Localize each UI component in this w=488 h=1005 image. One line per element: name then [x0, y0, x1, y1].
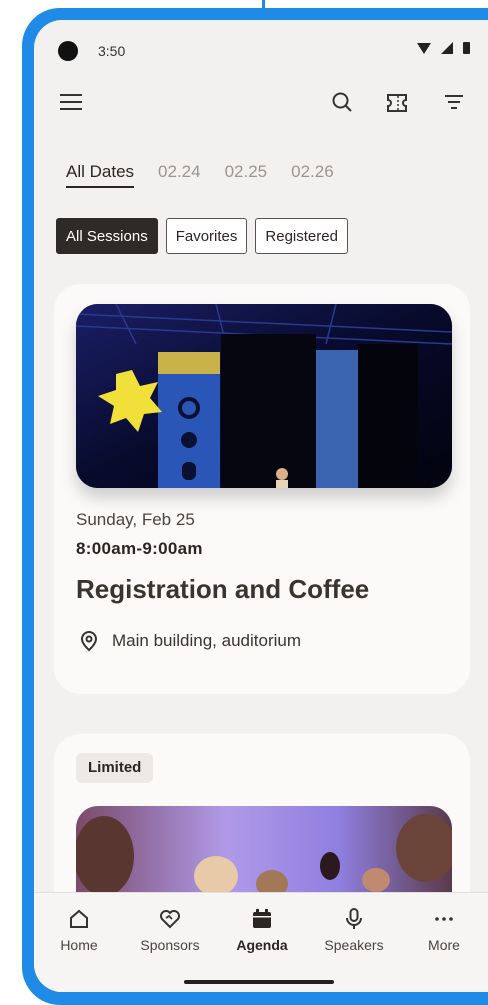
session-time: 8:00am-9:00am: [76, 539, 203, 558]
signal-icon: [441, 42, 453, 54]
nav-home-label: Home: [60, 937, 98, 953]
status-time: 3:50: [98, 43, 126, 59]
wifi-icon: [417, 42, 431, 54]
home-indicator[interactable]: [184, 980, 334, 984]
filter-favorites[interactable]: Favorites: [165, 218, 248, 254]
tab-all-dates[interactable]: All Dates: [66, 162, 135, 188]
nav-sponsors-label: Sponsors: [140, 937, 200, 953]
session-card[interactable]: Sunday, Feb 25 8:00am-9:00am Registratio…: [54, 284, 470, 694]
bottom-nav: Home Sponsors Agenda Speakers More: [34, 892, 488, 992]
tab-02-24[interactable]: 02.24: [158, 162, 201, 188]
microphone-icon: [346, 908, 362, 929]
battery-icon: [463, 42, 470, 54]
menu-icon[interactable]: [60, 94, 82, 110]
session-photo: [76, 304, 452, 488]
filter-icon[interactable]: [444, 94, 464, 110]
handshake-icon: [160, 910, 180, 929]
status-icons: [417, 42, 470, 54]
session-title: Registration and Coffee: [76, 574, 370, 604]
nav-agenda-label: Agenda: [236, 937, 288, 953]
session-location: Main building, auditorium: [112, 631, 301, 650]
app-screen: 3:50 All Dates 02.24 02.25 02.26 All Ses…: [34, 20, 488, 992]
home-icon: [70, 909, 88, 928]
nav-sponsors[interactable]: Sponsors: [130, 907, 210, 953]
ticket-icon[interactable]: [386, 92, 408, 114]
date-tabs: All Dates 02.24 02.25 02.26: [66, 162, 358, 188]
nav-speakers-label: Speakers: [324, 937, 384, 953]
nav-more[interactable]: More: [404, 907, 484, 953]
filter-all-sessions[interactable]: All Sessions: [56, 218, 158, 254]
session-filters: All Sessions Favorites Registered: [56, 218, 348, 254]
more-dots-icon: [435, 917, 453, 921]
nav-agenda[interactable]: Agenda: [222, 907, 302, 953]
calendar-icon: [253, 909, 271, 928]
session-date: Sunday, Feb 25: [76, 510, 195, 529]
camera-cutout: [58, 41, 78, 61]
limited-badge: Limited: [76, 753, 154, 783]
filter-registered[interactable]: Registered: [255, 218, 348, 254]
nav-speakers[interactable]: Speakers: [314, 907, 394, 953]
nav-more-label: More: [428, 937, 460, 953]
location-pin-icon: [80, 630, 98, 652]
tab-02-26[interactable]: 02.26: [291, 162, 334, 188]
tab-02-25[interactable]: 02.25: [225, 162, 268, 188]
search-icon[interactable]: [332, 92, 352, 112]
status-bar: 3:50: [34, 20, 488, 80]
nav-home[interactable]: Home: [39, 907, 119, 953]
